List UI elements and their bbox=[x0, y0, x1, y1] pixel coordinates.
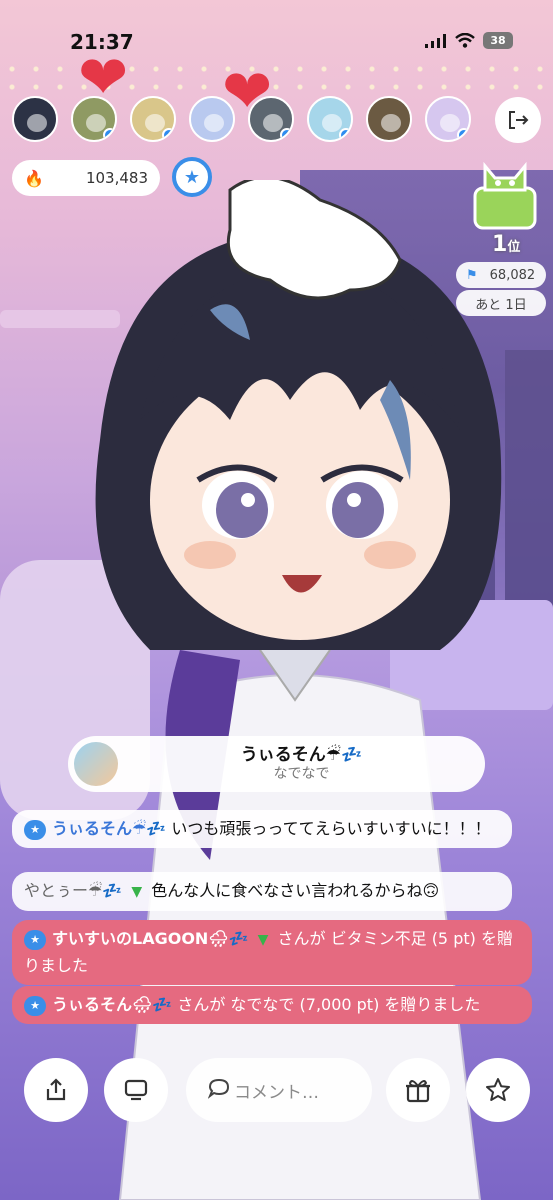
gift-icon bbox=[406, 1080, 430, 1103]
exit-button[interactable] bbox=[495, 97, 541, 143]
viewer-avatar[interactable]: ✓ bbox=[425, 96, 471, 142]
bottom-action-bar: コメント… bbox=[0, 1058, 553, 1122]
verified-check-icon: ✓ bbox=[162, 128, 174, 140]
comment-text: さんが なでなで (7,000 pt) を贈りました bbox=[177, 995, 481, 1014]
comment-user[interactable]: やとぅー☔💤 bbox=[24, 881, 122, 900]
gift-item-name: なでなで bbox=[273, 765, 330, 782]
viewer-avatar[interactable] bbox=[366, 96, 412, 142]
status-bar: 21:37 38 bbox=[0, 0, 553, 80]
beginner-mark-icon: ▼ bbox=[131, 884, 143, 900]
comment-text: いつも頑張っっててえらいすいすいに！！！ bbox=[171, 819, 491, 838]
comment-input[interactable]: コメント… bbox=[186, 1058, 372, 1122]
viewer-face bbox=[27, 114, 47, 132]
ranking-points[interactable]: ⚑ 68,082 bbox=[456, 262, 546, 288]
gift-sender-name: うぃるそん☔💤 bbox=[240, 744, 363, 765]
wifi-icon bbox=[455, 33, 475, 48]
comment-user[interactable]: うぃるそん☔💤 bbox=[52, 819, 166, 838]
star-outline-icon bbox=[486, 1078, 510, 1101]
exit-icon bbox=[509, 111, 529, 129]
viewer-avatar[interactable]: ✓ bbox=[307, 96, 353, 142]
gift-comment-item: ★ うぃるそん🌧💤 さんが なでなで (7,000 pt) を贈りました bbox=[12, 986, 532, 1024]
streamer-avatar bbox=[95, 180, 502, 1200]
comment-user[interactable]: すいすいのLAGOON🌧💤 bbox=[52, 929, 249, 948]
viewer-face bbox=[145, 114, 165, 132]
gift-comment-item: ★ すいすいのLAGOON🌧💤 ▼ さんが ビタミン不足 (5 pt) を贈りまし… bbox=[12, 920, 532, 985]
star-icon: ★ bbox=[183, 166, 201, 188]
star-level-badge[interactable]: ★ bbox=[172, 157, 212, 197]
fan-star-icon: ★ bbox=[24, 929, 46, 950]
gift-sender-avatar bbox=[74, 742, 118, 786]
clock: 21:37 bbox=[70, 30, 134, 54]
viewer-avatar[interactable]: ✓ bbox=[71, 96, 117, 142]
gift-button[interactable] bbox=[386, 1058, 450, 1122]
verified-check-icon: ✓ bbox=[103, 128, 115, 140]
favorite-button[interactable] bbox=[466, 1058, 530, 1122]
status-icons: 38 bbox=[425, 32, 513, 49]
share-button[interactable] bbox=[24, 1058, 88, 1122]
comment-placeholder: コメント… bbox=[234, 1082, 319, 1103]
viewer-face bbox=[204, 114, 224, 132]
viewer-avatar[interactable]: ✓ bbox=[248, 96, 294, 142]
viewer-list: ✓ ✓ ✓ ✓ ✓ bbox=[12, 96, 471, 142]
ranking-time-remaining: あと 1日 bbox=[456, 290, 546, 316]
verified-check-icon: ✓ bbox=[280, 128, 292, 140]
comment-user[interactable]: うぃるそん🌧💤 bbox=[52, 995, 172, 1014]
verified-check-icon: ✓ bbox=[339, 128, 351, 140]
comment-bubble-icon bbox=[207, 1077, 230, 1104]
viewer-avatar[interactable]: ✓ bbox=[130, 96, 176, 142]
viewer-face bbox=[86, 114, 106, 132]
share-icon bbox=[46, 1078, 66, 1101]
beginner-mark-icon: ▼ bbox=[257, 932, 269, 948]
comment-text: 色んな人に食べなさい言われるからね🙃 bbox=[151, 881, 440, 900]
viewer-face bbox=[381, 114, 401, 132]
rank-mascot-icon[interactable] bbox=[470, 158, 540, 230]
fan-star-icon: ★ bbox=[24, 819, 46, 840]
viewer-avatar[interactable] bbox=[12, 96, 58, 142]
rank-position: 1位 bbox=[492, 232, 521, 257]
comment-item: やとぅー☔💤 ▼ 色んな人に食べなさい言われるからね🙃 bbox=[12, 872, 512, 911]
screen-icon bbox=[124, 1079, 148, 1101]
fan-score: 103,483 bbox=[85, 169, 148, 187]
screen-button[interactable] bbox=[104, 1058, 168, 1122]
verified-check-icon: ✓ bbox=[457, 128, 469, 140]
viewer-face bbox=[263, 114, 283, 132]
battery-icon: 38 bbox=[483, 32, 513, 49]
comment-item: ★ うぃるそん☔💤 いつも頑張っっててえらいすいすいに！！！ bbox=[12, 810, 512, 848]
flame-icon: 🔥 bbox=[24, 168, 44, 188]
fan-score-pill[interactable]: 🔥 103,483 bbox=[12, 160, 160, 196]
flag-icon: ⚑ bbox=[466, 267, 478, 283]
gift-notification-card: うぃるそん☔💤 なでなで bbox=[68, 736, 485, 792]
viewer-face bbox=[440, 114, 460, 132]
cellular-signal-icon bbox=[425, 33, 446, 48]
viewer-avatar[interactable] bbox=[189, 96, 235, 142]
fan-star-icon: ★ bbox=[24, 995, 46, 1016]
viewer-face bbox=[322, 114, 342, 132]
